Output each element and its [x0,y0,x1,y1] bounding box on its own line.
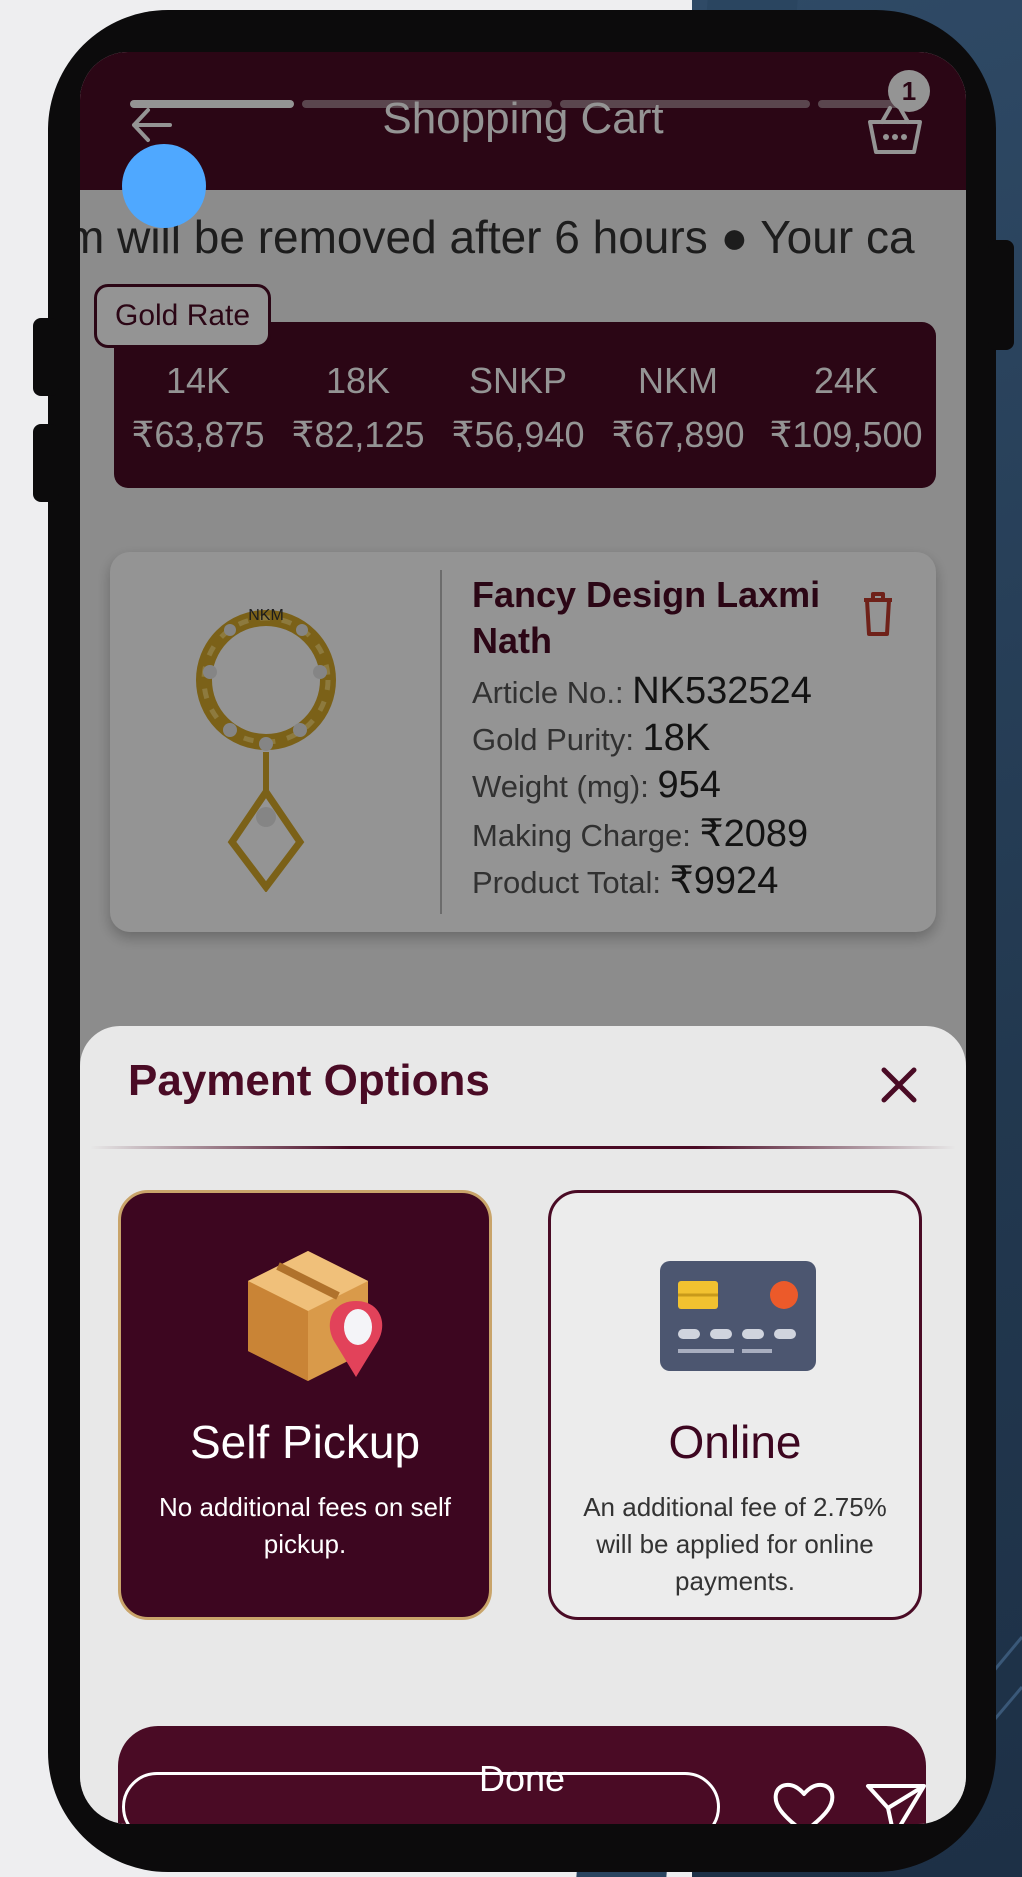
option-description: No additional fees on self pickup. [159,1492,451,1559]
heart-icon[interactable] [772,1778,836,1824]
gesture-bar-outline [122,1772,720,1824]
send-icon[interactable] [864,1778,928,1824]
credit-card-icon [660,1261,816,1371]
option-description: An additional fee of 2.75% will be appli… [583,1492,887,1596]
volume-down-button [33,424,59,502]
power-button [988,240,1014,350]
phone-screen: Shopping Cart 1 m will be removed after … [80,52,966,1824]
package-pin-icon [248,1251,383,1381]
option-title: Self Pickup [189,1416,421,1468]
self-pickup-option[interactable]: Self Pickup No additional fees on self p… [118,1190,492,1620]
option-title: Online [668,1416,802,1468]
touch-indicator [122,144,206,228]
sheet-title: Payment Options [128,1056,490,1105]
sheet-divider [90,1146,956,1149]
close-icon[interactable] [880,1066,918,1104]
payment-options-sheet: Payment Options Self Pickup No additiona… [80,1026,966,1824]
online-payment-option[interactable]: Online An additional fee of 2.75% will b… [548,1190,922,1620]
volume-up-button [33,318,59,396]
